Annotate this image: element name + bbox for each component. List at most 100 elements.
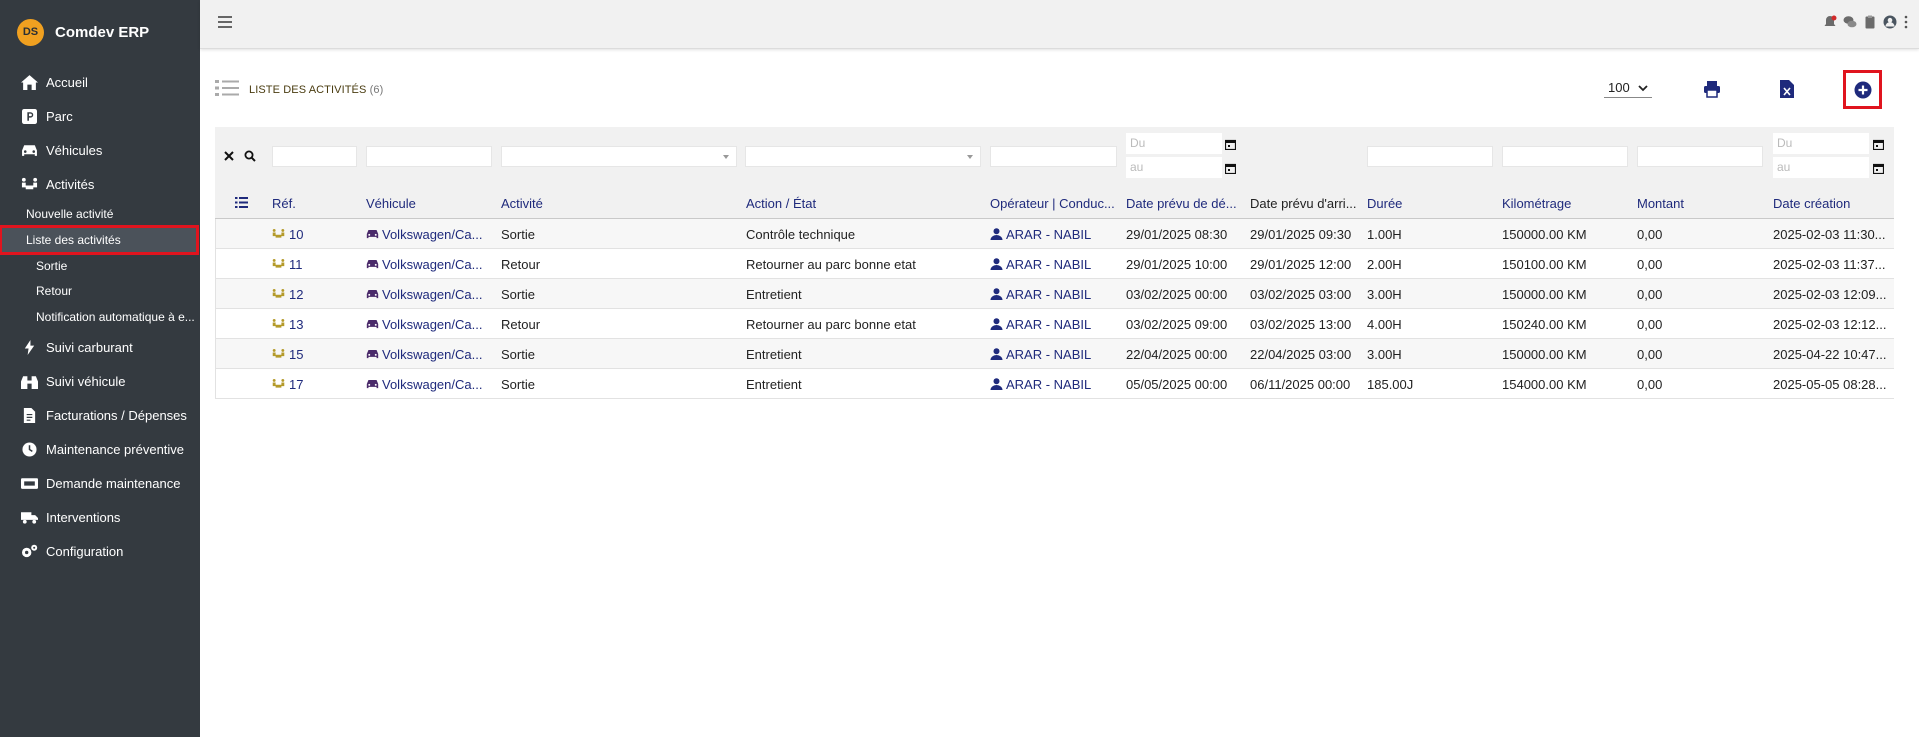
search-icon[interactable] bbox=[244, 150, 256, 162]
per-page-select[interactable]: 100 bbox=[1604, 78, 1652, 98]
table-row[interactable]: 15 Volkswagen/Ca... Sortie Entretient ARAR -… bbox=[215, 339, 1894, 369]
ref-link[interactable]: 12 bbox=[272, 287, 357, 302]
sidebar-item-vehicules[interactable]: Véhicules bbox=[0, 136, 200, 164]
sidebar-item-demande-maintenance[interactable]: Demande maintenance bbox=[0, 469, 200, 497]
sidebar-subitem-sortie[interactable]: Sortie bbox=[0, 254, 200, 278]
filter-vehicle-input[interactable] bbox=[366, 146, 492, 167]
sidebar-item-suivi-vehicule[interactable]: Suivi véhicule bbox=[0, 367, 200, 395]
filter-operator-input[interactable] bbox=[990, 146, 1117, 167]
filter-duration-input[interactable] bbox=[1367, 146, 1493, 167]
column-header-vehicle[interactable]: Véhicule bbox=[366, 196, 492, 211]
sidebar-item-activites[interactable]: Activités bbox=[0, 170, 200, 198]
clipboard-icon[interactable] bbox=[1863, 15, 1877, 29]
sidebar-item-label: Activités bbox=[46, 176, 95, 192]
sidebar-item-configuration[interactable]: Configuration bbox=[0, 537, 200, 565]
sidebar-subitem-notification[interactable]: Notification automatique à e... bbox=[0, 305, 200, 329]
column-header-amount[interactable]: Montant bbox=[1637, 196, 1763, 211]
created-cell: 2025-02-03 12:09... bbox=[1773, 287, 1887, 302]
column-header-action[interactable]: Action / État bbox=[746, 196, 982, 211]
column-header-date-departure[interactable]: Date prévu de dé... bbox=[1126, 196, 1241, 211]
column-header-created[interactable]: Date création bbox=[1773, 196, 1893, 211]
filter-date-dep-from[interactable]: Du bbox=[1126, 133, 1222, 154]
excel-file-icon bbox=[1780, 80, 1794, 98]
vehicle-link[interactable]: Volkswagen/Ca... bbox=[366, 257, 492, 272]
user-icon bbox=[990, 317, 1006, 332]
sidebar-subitem-retour[interactable]: Retour bbox=[0, 279, 200, 303]
table-row[interactable]: 13 Volkswagen/Ca... Retour Retourner au par… bbox=[215, 309, 1894, 339]
filter-ref-input[interactable] bbox=[272, 146, 357, 167]
bell-icon[interactable] bbox=[1823, 15, 1837, 29]
sidebar-subitem-label: Notification automatique à e... bbox=[36, 310, 195, 324]
car-icon bbox=[366, 347, 382, 362]
brand[interactable]: DS Comdev ERP bbox=[0, 0, 200, 64]
operator-link[interactable]: ARAR - NABIL bbox=[990, 257, 1118, 272]
operator-link[interactable]: ARAR - NABIL bbox=[990, 347, 1118, 362]
ref-link[interactable]: 10 bbox=[272, 227, 357, 242]
ref-link[interactable]: 11 bbox=[272, 257, 357, 272]
column-header-activity[interactable]: Activité bbox=[501, 196, 737, 211]
operator-link[interactable]: ARAR - NABIL bbox=[990, 377, 1118, 392]
sidebar-subitem-label: Liste des activités bbox=[26, 233, 121, 247]
filter-row: Du au Du au bbox=[215, 127, 1894, 187]
sidebar-item-maintenance-preventive[interactable]: Maintenance préventive bbox=[0, 435, 200, 463]
table-row[interactable]: 17 Volkswagen/Ca... Sortie Entretient ARAR -… bbox=[215, 369, 1894, 399]
operator-link[interactable]: ARAR - NABIL bbox=[990, 287, 1118, 302]
filter-km-input[interactable] bbox=[1502, 146, 1628, 167]
ref-link[interactable]: 13 bbox=[272, 317, 357, 332]
ref-link[interactable]: 17 bbox=[272, 377, 357, 392]
bolt-icon bbox=[19, 339, 39, 355]
export-excel-button[interactable] bbox=[1772, 74, 1802, 104]
print-button[interactable] bbox=[1697, 74, 1727, 104]
sidebar-subitem-liste-activites[interactable]: Liste des activités bbox=[0, 225, 199, 255]
vehicle-link[interactable]: Volkswagen/Ca... bbox=[366, 377, 492, 392]
action-cell: Entretient bbox=[746, 287, 802, 302]
sidebar-subitem-label: Nouvelle activité bbox=[26, 207, 114, 221]
calendar-icon[interactable] bbox=[1873, 163, 1884, 174]
column-header-km[interactable]: Kilométrage bbox=[1502, 196, 1628, 211]
menu-toggle-icon[interactable] bbox=[218, 16, 232, 28]
column-header-duration[interactable]: Durée bbox=[1367, 196, 1493, 211]
sidebar-subitem-label: Sortie bbox=[36, 259, 68, 273]
activity-type-icon bbox=[272, 377, 288, 392]
table-row[interactable]: 12 Volkswagen/Ca... Sortie Entretient ARAR -… bbox=[215, 279, 1894, 309]
calendar-icon[interactable] bbox=[1225, 139, 1236, 150]
kebab-menu-icon[interactable] bbox=[1903, 15, 1909, 29]
sidebar-item-parc[interactable]: Parc bbox=[0, 102, 200, 130]
operator-value: ARAR - NABIL bbox=[1006, 347, 1092, 362]
chat-icon[interactable] bbox=[1843, 15, 1857, 29]
filter-activity-select[interactable] bbox=[501, 146, 737, 167]
sidebar-item-suivi-carburant[interactable]: Suivi carburant bbox=[0, 333, 200, 361]
vehicle-link[interactable]: Volkswagen/Ca... bbox=[366, 347, 492, 362]
column-header-ref[interactable]: Réf. bbox=[272, 196, 357, 211]
ref-value: 11 bbox=[289, 257, 303, 272]
vehicle-link[interactable]: Volkswagen/Ca... bbox=[366, 287, 492, 302]
calendar-icon[interactable] bbox=[1225, 163, 1236, 174]
sidebar-item-accueil[interactable]: Accueil bbox=[0, 68, 200, 96]
filter-amount-input[interactable] bbox=[1637, 146, 1763, 167]
sidebar-subitem-nouvelle-activite[interactable]: Nouvelle activité bbox=[0, 202, 200, 226]
sidebar-item-facturations[interactable]: Facturations / Dépenses bbox=[0, 401, 200, 429]
km-cell: 154000.00 KM bbox=[1502, 377, 1587, 392]
ref-link[interactable]: 15 bbox=[272, 347, 357, 362]
column-header-date-arrival[interactable]: Date prévu d'arri... bbox=[1250, 196, 1360, 211]
operator-value: ARAR - NABIL bbox=[1006, 257, 1092, 272]
table-row[interactable]: 11 Volkswagen/Ca... Retour Retourner au par… bbox=[215, 249, 1894, 279]
filter-created-from[interactable]: Du bbox=[1773, 133, 1869, 154]
operator-value: ARAR - NABIL bbox=[1006, 317, 1092, 332]
vehicle-link[interactable]: Volkswagen/Ca... bbox=[366, 317, 492, 332]
column-header-operator[interactable]: Opérateur | Conduc... bbox=[990, 196, 1118, 211]
created-cell: 2025-02-03 12:12... bbox=[1773, 317, 1887, 332]
operator-link[interactable]: ARAR - NABIL bbox=[990, 227, 1118, 242]
table-row[interactable]: 10 Volkswagen/Ca... Sortie Contrôle techniq… bbox=[215, 219, 1894, 249]
sidebar-item-interventions[interactable]: Interventions bbox=[0, 503, 200, 531]
operator-link[interactable]: ARAR - NABIL bbox=[990, 317, 1118, 332]
avatar[interactable] bbox=[1883, 15, 1897, 29]
clear-filters-icon[interactable] bbox=[224, 151, 234, 161]
column-list-icon[interactable] bbox=[235, 197, 248, 208]
calendar-icon[interactable] bbox=[1873, 139, 1884, 150]
filter-action-select[interactable] bbox=[745, 146, 981, 167]
vehicle-link[interactable]: Volkswagen/Ca... bbox=[366, 227, 492, 242]
filter-created-to[interactable]: au bbox=[1773, 157, 1869, 178]
filter-date-dep-to[interactable]: au bbox=[1126, 157, 1222, 178]
add-activity-button[interactable] bbox=[1843, 70, 1882, 109]
